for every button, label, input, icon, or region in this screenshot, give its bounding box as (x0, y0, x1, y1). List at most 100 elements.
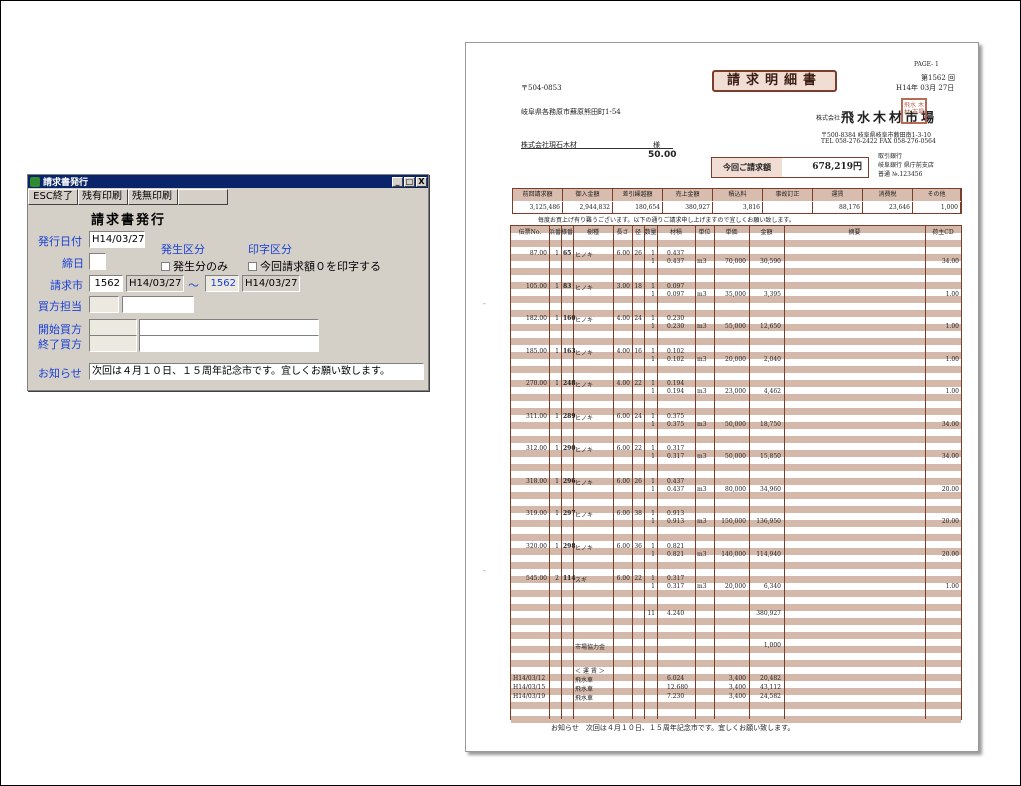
quantity: 1 (651, 510, 655, 517)
species: ヒノキ (575, 382, 594, 389)
buyer-start-code-input[interactable] (89, 319, 137, 336)
volume: 0.102 (667, 355, 685, 363)
column-header: 径 (634, 229, 641, 236)
shipper-cd: 34.00 (941, 420, 959, 428)
unit: m3 (697, 420, 707, 428)
notice-input[interactable]: 次回は４月１０日、１５周年記念市です。宜しくお願い致します。 (89, 363, 424, 380)
length: 6.00 (616, 575, 630, 582)
column-line (714, 226, 715, 719)
species: ヒノキ (575, 512, 594, 519)
print-with-balance-button[interactable]: 残有印刷 (78, 189, 128, 205)
esc-exit-button[interactable]: ESC終了 (28, 189, 78, 205)
unit-price: 70,000 (725, 258, 746, 265)
form-title: 請求書発行 (91, 213, 167, 228)
lot-number: 114 (563, 575, 576, 582)
quantity: 1 (651, 542, 655, 550)
print-zero-checkbox[interactable]: 今回請求額０を印字する (248, 258, 381, 274)
buyer-end-code-input[interactable] (89, 335, 137, 352)
volume: 0.102 (667, 347, 685, 355)
buyer-staff-name-input[interactable] (122, 296, 194, 313)
quantity: 1 (651, 315, 655, 322)
column-header: 樹種 (586, 229, 599, 236)
volume: 0.375 (667, 420, 685, 428)
closing-day-input[interactable] (89, 253, 106, 270)
company-seal: 飛水 木材 市場 (901, 98, 927, 124)
row-band (511, 394, 961, 401)
shipper-cd: 20.00 (941, 518, 959, 525)
unit: m3 (697, 518, 707, 525)
total-volume: 4.240 (667, 610, 685, 617)
volume: 0.317 (667, 453, 685, 460)
app-icon (30, 176, 40, 187)
customer-underline (521, 148, 673, 149)
quantity: 1 (651, 420, 655, 428)
unit-price: 80,000 (725, 485, 746, 493)
greeting-text: 毎度お買上げ有り難うございます。以下の通りご請求申し上げますので宜しくお願い致し… (538, 217, 795, 224)
summary-value: 3,125,486 (513, 202, 563, 214)
unit-price: 35,000 (725, 290, 746, 298)
freight-date: H14/03/12 (513, 675, 546, 682)
shipper-cd: 1.00 (945, 290, 959, 298)
diameter: 22 (634, 575, 642, 582)
amount: 6,340 (763, 583, 781, 590)
amount: 18,750 (760, 420, 781, 428)
diameter: 22 (634, 445, 642, 452)
amount-due-label: 今回ご請求額 (712, 158, 782, 177)
hama-number: 1 (555, 315, 559, 322)
issue-date-input[interactable]: H14/03/27 (89, 231, 145, 248)
shipper-cd: 34.00 (941, 453, 959, 460)
buyer-end-name-input[interactable] (139, 335, 319, 352)
close-button[interactable]: X (416, 176, 427, 187)
slip-number: 182.00 (526, 315, 547, 322)
unit-price: 20,000 (725, 355, 746, 363)
unit-price: 50,000 (725, 453, 746, 460)
market-from-no-input[interactable]: 1562 (89, 275, 123, 292)
quantity: 1 (651, 347, 655, 355)
blank-toolbar-button[interactable] (178, 189, 228, 205)
length: 4.00 (616, 380, 630, 387)
slip-number: 87.00 (529, 250, 547, 257)
issue-number: 第1562 回 (921, 74, 956, 82)
unit: m3 (697, 258, 707, 265)
summary-value: 23,646 (863, 202, 913, 214)
checkbox-box[interactable] (248, 262, 257, 271)
footer-text: 次回は４月１０日、１５周年記念市です。宜しくお願い致します。 (585, 724, 795, 732)
shipper-cd: 20.00 (941, 550, 959, 558)
row-band (511, 366, 961, 373)
unit: m3 (697, 355, 707, 363)
checkbox-box[interactable] (161, 262, 170, 271)
lot-number: 298 (563, 542, 576, 550)
print-without-balance-button[interactable]: 残無印刷 (128, 189, 178, 205)
quantity: 1 (651, 258, 655, 265)
buyer-end-label: 終了買方 (38, 338, 82, 351)
species: ヒノキ (575, 317, 594, 324)
customer-address: 岐阜県各務原市蘇原熊田町1-54 (521, 108, 621, 116)
column-header: 金額 (760, 229, 773, 236)
lot-number: 297 (563, 510, 576, 517)
volume: 0.821 (667, 550, 685, 558)
customer-zip: 〒504-0853 (521, 84, 562, 92)
title-bar[interactable]: 請求書発行 _ □ X (28, 175, 428, 188)
lot-number: 296 (563, 477, 576, 485)
freight-amount: 24,582 (760, 693, 781, 700)
volume: 0.375 (667, 412, 685, 420)
hama-number: 1 (555, 347, 559, 355)
invoice-issue-window: 請求書発行 _ □ X ESC終了 残有印刷 残無印刷 請求書発行 発行日付 H… (27, 174, 429, 391)
amount: 2,040 (763, 355, 781, 363)
market-to-no-input[interactable]: 1562 (205, 275, 239, 292)
row-band (511, 702, 961, 709)
species: ヒノキ (575, 479, 594, 487)
diameter: 26 (634, 477, 642, 485)
freight-amount: 43,112 (760, 684, 781, 691)
buyer-staff-code-input[interactable] (89, 296, 119, 313)
summary-header: 事故訂正 (763, 189, 813, 201)
occurrence-only-checkbox[interactable]: 発生分のみ (161, 258, 228, 274)
buyer-start-name-input[interactable] (139, 319, 319, 336)
maximize-button[interactable]: □ (404, 176, 415, 187)
invoice-title: 請求明細書 (712, 70, 837, 92)
unit: m3 (697, 323, 707, 330)
row-band (511, 492, 961, 499)
column-line (573, 226, 574, 719)
footer-label: お知らせ (551, 724, 579, 732)
minimize-button[interactable]: _ (392, 176, 403, 187)
